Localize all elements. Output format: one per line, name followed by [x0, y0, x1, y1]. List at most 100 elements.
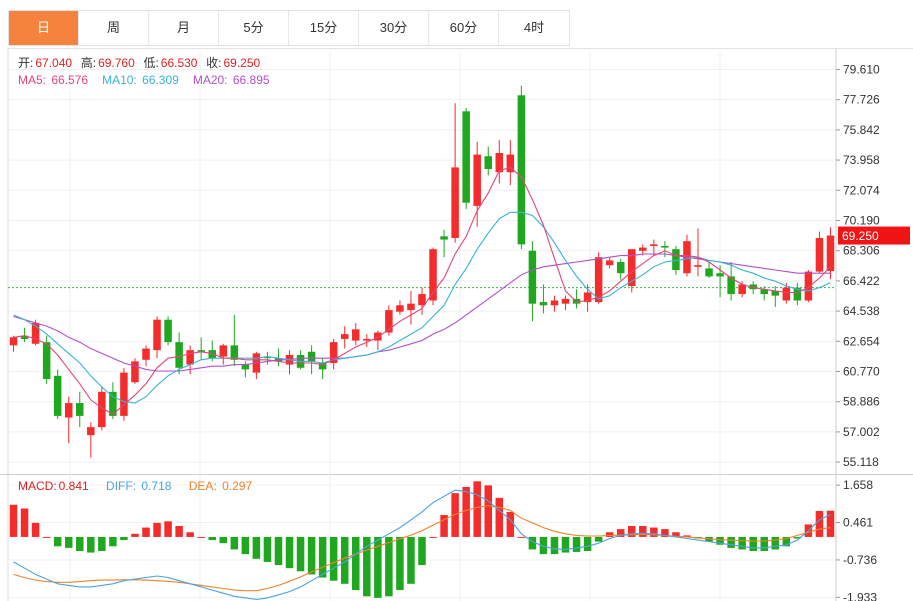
macd-bar: [197, 536, 205, 538]
candle-body: [826, 235, 835, 271]
macd-bar: [407, 536, 415, 584]
close-label: 收:: [206, 56, 222, 70]
price-tick-label: 79.610: [843, 62, 880, 76]
price-tick-label: 64.538: [843, 304, 880, 318]
candle-body: [340, 334, 349, 339]
candle-body: [153, 319, 161, 351]
macd-bar: [561, 536, 570, 553]
diff-legend-item: DIFF: 0.718: [106, 479, 173, 493]
candle-body: [219, 345, 228, 357]
candle-body: [363, 338, 371, 341]
macd-bar: [594, 536, 603, 542]
macd-bar: [20, 508, 29, 537]
macd-bar: [738, 536, 746, 550]
candle-body: [716, 273, 724, 277]
candle-body: [374, 332, 382, 341]
candle-body: [53, 375, 62, 416]
dea-legend-item: DEA: 0.297: [189, 479, 254, 493]
candle-body: [440, 236, 448, 240]
macd-bar: [64, 536, 73, 548]
ohlc-legend: 开: 67.040 高: 69.760 低: 66.530 收: 69.250: [18, 54, 262, 71]
macd-bar: [760, 536, 768, 551]
macd-bar: [506, 511, 515, 537]
macd-bar: [120, 536, 128, 541]
diff-value: 0.718: [141, 479, 172, 493]
candle-body: [473, 154, 481, 206]
candle-body: [539, 302, 548, 306]
macd-bar: [274, 536, 283, 566]
macd-bar: [230, 536, 239, 550]
macd-bar: [771, 536, 780, 550]
candle-body: [307, 351, 316, 362]
candle-body: [451, 167, 459, 238]
macd-bar: [9, 504, 18, 537]
price-tick-label: 55.118: [843, 455, 879, 469]
price-tick-label: 68.306: [843, 244, 880, 258]
candle-body: [804, 271, 813, 301]
macd-bar: [87, 536, 95, 553]
price-tick-label: 75.842: [843, 123, 880, 137]
macd-bar: [131, 533, 139, 537]
macd-bar: [572, 536, 581, 552]
candle-body: [396, 305, 404, 312]
macd-tick-label: -0.736: [843, 553, 877, 567]
macd-bar: [396, 536, 404, 591]
macd-bar: [98, 536, 106, 551]
low-label: 低:: [143, 56, 159, 70]
macd-bar: [76, 536, 84, 551]
candle-body: [164, 319, 172, 343]
price-tick-label: 70.190: [843, 213, 880, 227]
candle-body: [76, 403, 84, 416]
macd-bar: [727, 536, 735, 548]
candle-body: [64, 403, 73, 418]
ma20-label: MA20:: [192, 73, 228, 87]
ma10-value: 66.309: [142, 73, 179, 87]
ma5-legend: MA5: 66.576: [18, 73, 90, 87]
candle-body: [407, 303, 415, 311]
open-label: 开:: [18, 56, 34, 70]
candle-body: [241, 364, 250, 370]
kline-chart[interactable]: 79.610 77.726 75.842 73.958 72.074 70.190 68.3…: [0, 0, 913, 601]
macd-bar: [650, 527, 658, 537]
diff-label: DIFF:: [106, 479, 137, 493]
macd-bar: [352, 536, 360, 591]
macd-bar: [31, 522, 40, 537]
open-value: 67.040: [35, 56, 73, 70]
candle-body: [694, 265, 702, 267]
macd-bar: [550, 536, 559, 555]
candle-body: [418, 294, 426, 306]
candle-body: [120, 372, 128, 416]
ma10-legend: MA10: 66.309: [102, 73, 181, 87]
macd-bar: [517, 536, 526, 538]
low-value: 66.530: [160, 56, 198, 70]
candle-body: [462, 111, 470, 203]
candle-body: [142, 348, 150, 360]
dea-label: DEA:: [188, 479, 217, 493]
candle-body: [186, 350, 194, 365]
macd-bar: [418, 536, 426, 566]
candle-body: [550, 300, 559, 306]
candle-body: [815, 237, 824, 272]
candle-body: [782, 287, 791, 301]
macd-legend: MACD: 0.841 DIFF: 0.718 DEA: 0.297: [18, 479, 256, 493]
candle-body: [484, 156, 492, 170]
price-tick-label: 58.886: [843, 395, 880, 409]
macd-bar: [142, 527, 150, 537]
macd-bar: [296, 536, 305, 572]
macd-bar: [451, 493, 459, 537]
kline-widget: 日 周 月 5分 15分 30分 60分 4时 79.610 77.726 75.8…: [0, 0, 913, 601]
candle-body: [705, 268, 713, 277]
dea-value: 0.297: [222, 479, 253, 493]
ma20-legend: MA20: 66.895: [193, 73, 272, 87]
macd-bar: [429, 536, 437, 538]
candle-body: [131, 361, 139, 383]
macd-bar: [815, 511, 824, 537]
price-tick-label: 73.958: [843, 153, 880, 167]
candle-body: [230, 345, 239, 360]
macd-bar: [583, 536, 592, 551]
candle-body: [517, 95, 526, 245]
ma-legend: MA5: 66.576 MA10: 66.309 MA20: 66.895: [18, 73, 274, 87]
macd-bar: [219, 536, 228, 544]
price-tick-label: 77.726: [843, 93, 880, 107]
macd-bar: [252, 536, 261, 559]
